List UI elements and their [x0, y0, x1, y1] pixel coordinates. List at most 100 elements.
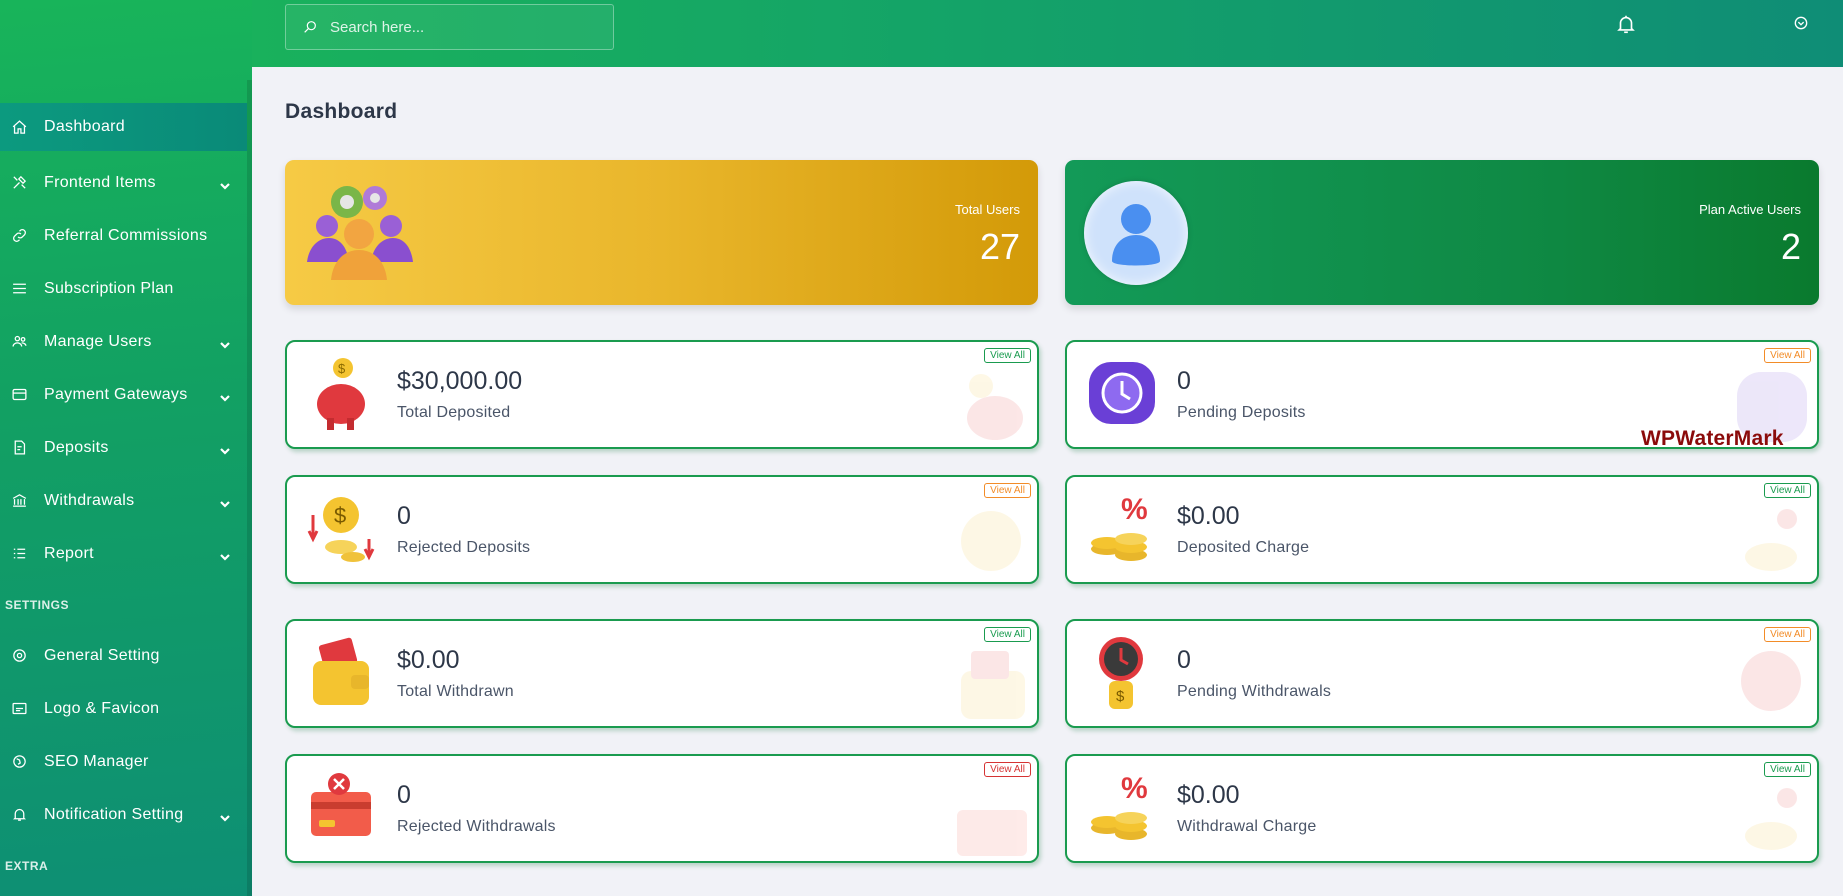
stat-value: $0.00 [397, 646, 460, 674]
sidebar-item-label: Deposits [44, 438, 109, 456]
total-deposited-card: $ $30,000.00 Total Deposited View All [285, 340, 1039, 449]
sidebar-item-label: Frontend Items [44, 173, 156, 191]
sidebar-item-referral-commissions[interactable]: Referral Commissions [0, 209, 247, 262]
home-icon [10, 118, 28, 136]
sidebar-item-label: Report [44, 544, 94, 562]
stat-label: Rejected Deposits [397, 539, 531, 556]
view-all-button[interactable]: View All [984, 348, 1031, 363]
view-all-button[interactable]: View All [1764, 483, 1811, 498]
sidebar-section-settings: SETTINGS [5, 597, 70, 612]
users-icon [10, 333, 28, 351]
sidebar-item-label: Notification Setting [44, 805, 184, 823]
chevron-down-icon [219, 549, 231, 561]
sidebar-item-general-setting[interactable]: General Setting [0, 629, 247, 682]
coins-percent-icon: % [1091, 772, 1148, 840]
plan-active-users-value: 2 [1780, 226, 1801, 267]
view-all-button[interactable]: View All [984, 627, 1031, 642]
stat-value: 0 [1177, 646, 1191, 674]
coins-watermark-icon [1745, 509, 1797, 571]
file-dollar-icon [10, 439, 28, 457]
svg-text:%: % [1121, 493, 1148, 526]
search-box[interactable] [285, 4, 614, 50]
bell-icon [10, 806, 28, 824]
svg-text:$: $ [1116, 688, 1125, 705]
sidebar-nav: Dashboard Frontend Items Referral Commis… [0, 103, 247, 890]
globe-icon [10, 753, 28, 771]
sidebar-item-logo-favicon[interactable]: Logo & Favicon [0, 682, 247, 735]
page-title: Dashboard [285, 100, 398, 123]
user-avatar-icon [1084, 181, 1188, 285]
topbar [252, 0, 1843, 67]
sidebar-item-label: Dashboard [44, 118, 125, 135]
plan-active-users-card[interactable]: Plan Active Users 2 [1065, 160, 1819, 305]
sidebar-item-label: Subscription Plan [44, 279, 174, 297]
sidebar-item-deposits[interactable]: Deposits [0, 421, 247, 474]
coin-down-icon: $ [307, 497, 375, 562]
piggy-bank-watermark-icon [967, 374, 1023, 440]
settings-icon [10, 647, 28, 665]
bank-icon [10, 492, 28, 510]
sidebar-item-label: Payment Gateways [44, 385, 188, 403]
chevron-down-icon [219, 443, 231, 455]
clock-icon [1089, 362, 1155, 424]
withdrawal-charge-card: % $0.00 Withdrawal Charge View All [1065, 754, 1819, 863]
clock-watermark-icon [1741, 651, 1801, 711]
stat-label: Withdrawal Charge [1177, 818, 1317, 835]
stat-label: Pending Withdrawals [1177, 683, 1332, 700]
search-input[interactable] [330, 18, 600, 36]
piggy-bank-icon: $ [317, 358, 365, 430]
sidebar-item-report[interactable]: Report [0, 527, 247, 580]
menu-lines-icon [10, 280, 28, 298]
card-watermark-icon [957, 810, 1027, 856]
tools-icon [10, 174, 28, 192]
sidebar-item-label: Withdrawals [44, 491, 135, 509]
stat-value: 0 [1177, 367, 1191, 395]
chevron-down-icon [219, 390, 231, 402]
image-icon [10, 700, 28, 718]
clock-coin-icon: $ [1099, 637, 1143, 709]
sidebar-item-seo-manager[interactable]: SEO Manager [0, 735, 247, 788]
sidebar-item-notification-setting[interactable]: Notification Setting [0, 788, 247, 841]
total-users-card[interactable]: Total Users 27 [285, 160, 1038, 305]
sidebar-item-payment-gateways[interactable]: Payment Gateways [0, 368, 247, 421]
sidebar-item-label: Referral Commissions [44, 226, 208, 244]
view-all-button[interactable]: View All [984, 483, 1031, 498]
stat-label: Total Withdrawn [397, 683, 514, 700]
rejected-deposits-card: $ 0 Rejected Deposits View All [285, 475, 1039, 584]
stat-label: Total Deposited [397, 404, 511, 421]
rejected-withdrawals-card: 0 Rejected Withdrawals View All [285, 754, 1039, 863]
stat-label: Pending Deposits [1177, 404, 1306, 421]
stat-value: $0.00 [1177, 502, 1240, 530]
stat-value: $30,000.00 [397, 367, 523, 395]
chevron-down-icon [219, 337, 231, 349]
view-all-button[interactable]: View All [1764, 627, 1811, 642]
watermark-text: WPWaterMark [1641, 427, 1784, 450]
svg-text:$: $ [338, 361, 346, 376]
sidebar-item-frontend-items[interactable]: Frontend Items [0, 156, 247, 209]
search-icon [304, 21, 316, 33]
svg-text:%: % [1121, 772, 1148, 805]
sidebar-item-dashboard[interactable]: Dashboard [0, 103, 247, 151]
sidebar-item-label: Manage Users [44, 332, 152, 350]
chevron-down-icon [219, 496, 231, 508]
wallet-icon [313, 637, 369, 705]
notification-bell-icon[interactable] [1615, 12, 1637, 36]
sidebar-item-subscription-plan[interactable]: Subscription Plan [0, 262, 247, 315]
chevron-down-icon [219, 810, 231, 822]
users-gear-icon [307, 186, 413, 280]
sidebar-item-label: Logo & Favicon [44, 699, 160, 717]
view-all-button[interactable]: View All [984, 762, 1031, 777]
profile-dropdown-icon[interactable] [1794, 16, 1808, 30]
coin-watermark-icon [961, 511, 1021, 571]
sidebar-scrollbar[interactable] [247, 80, 252, 896]
wallet-watermark-icon [961, 651, 1025, 719]
sidebar-item-manage-users[interactable]: Manage Users [0, 315, 247, 368]
total-users-value: 27 [979, 226, 1020, 267]
sidebar-item-withdrawals[interactable]: Withdrawals [0, 474, 247, 527]
view-all-button[interactable]: View All [1764, 348, 1811, 363]
view-all-button[interactable]: View All [1764, 762, 1811, 777]
coins-watermark-icon [1745, 788, 1797, 850]
credit-card-icon [10, 386, 28, 404]
svg-text:$: $ [334, 503, 346, 528]
card-reject-icon [311, 773, 371, 836]
